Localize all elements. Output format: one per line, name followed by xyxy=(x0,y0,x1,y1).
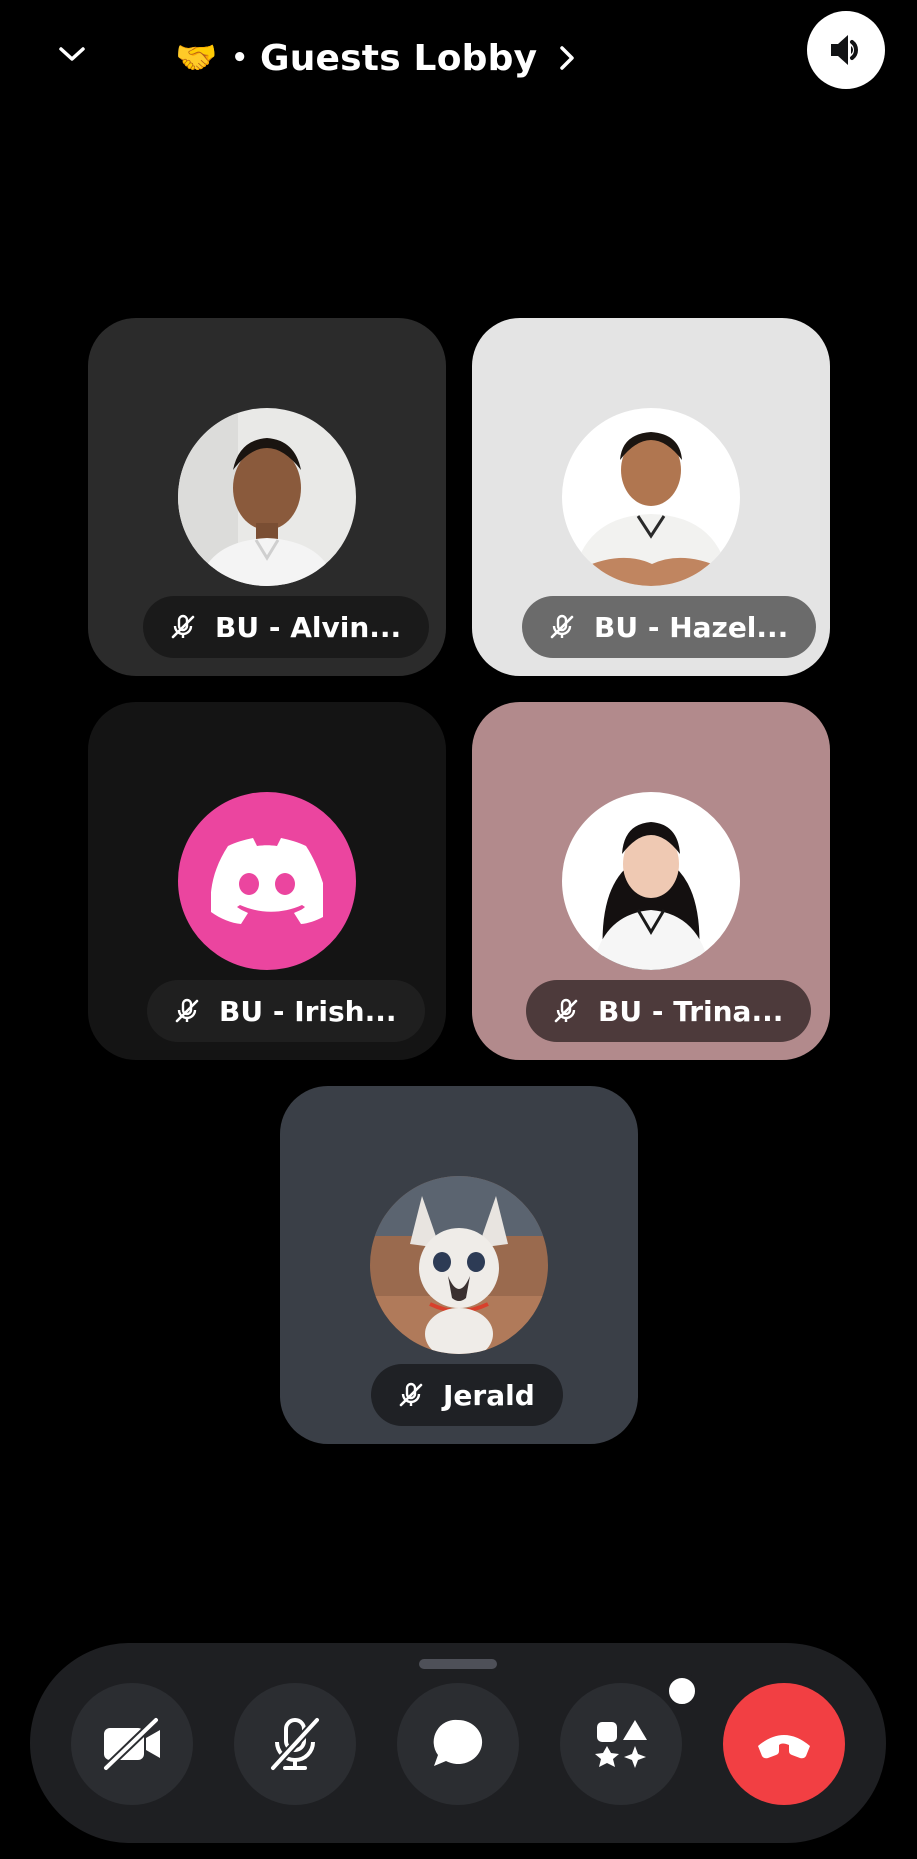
chevron-down-icon xyxy=(59,47,85,61)
mic-off-icon xyxy=(169,613,197,641)
drag-handle[interactable] xyxy=(419,1659,497,1669)
participant-name: BU - Trina... xyxy=(598,994,784,1028)
participant-nameplate: Jerald xyxy=(371,1364,563,1426)
activities-button[interactable] xyxy=(560,1673,700,1805)
discord-logo-icon xyxy=(211,838,323,924)
participant-nameplate: BU - Trina... xyxy=(526,980,812,1042)
hang-up-icon xyxy=(758,1735,810,1759)
participant-tile-jerald[interactable]: Jerald xyxy=(280,1086,638,1444)
handshake-emoji: 🤝 xyxy=(175,38,218,78)
participant-name: BU - Hazel... xyxy=(594,610,789,644)
participant-nameplate: BU - Alvin... xyxy=(143,596,430,658)
title-separator: • xyxy=(231,43,248,73)
mic-off-icon xyxy=(173,997,201,1025)
speaker-button[interactable] xyxy=(807,11,885,89)
avatar xyxy=(370,1176,548,1354)
channel-title: Guests Lobby xyxy=(259,37,538,79)
mic-off-icon xyxy=(552,997,580,1025)
toggle-camera-button[interactable] xyxy=(71,1683,193,1805)
mic-off-icon xyxy=(269,1716,321,1772)
activities-icon xyxy=(595,1720,647,1768)
speaker-icon xyxy=(831,35,858,65)
chat-button[interactable] xyxy=(397,1683,519,1805)
avatar xyxy=(178,792,356,970)
participant-nameplate: BU - Hazel... xyxy=(522,596,817,658)
hang-up-button[interactable] xyxy=(723,1683,845,1805)
avatar xyxy=(178,408,356,586)
collapse-chevron-button[interactable] xyxy=(50,32,94,76)
chevron-right-icon xyxy=(559,45,575,71)
avatar xyxy=(562,408,740,586)
mic-off-icon xyxy=(397,1381,425,1409)
channel-title-button[interactable]: 🤝 • Guests Lobby xyxy=(175,30,575,86)
camera-off-icon xyxy=(102,1716,160,1772)
participant-tile-irish[interactable]: BU - Irish... xyxy=(88,702,446,1060)
participant-name: Jerald xyxy=(443,1378,535,1412)
call-header: 🤝 • Guests Lobby xyxy=(0,0,917,110)
participant-name: BU - Irish... xyxy=(219,994,397,1028)
notification-dot xyxy=(664,1673,700,1709)
participant-tile-trina[interactable]: BU - Trina... xyxy=(472,702,830,1060)
call-control-bar xyxy=(30,1643,886,1843)
participant-name: BU - Alvin... xyxy=(215,610,402,644)
participant-tile-alvin[interactable]: BU - Alvin... xyxy=(88,318,446,676)
avatar xyxy=(562,792,740,970)
toggle-mic-button[interactable] xyxy=(234,1683,356,1805)
mic-off-icon xyxy=(548,613,576,641)
chat-icon xyxy=(433,1719,483,1766)
participant-nameplate: BU - Irish... xyxy=(147,980,425,1042)
participant-tile-hazel[interactable]: BU - Hazel... xyxy=(472,318,830,676)
